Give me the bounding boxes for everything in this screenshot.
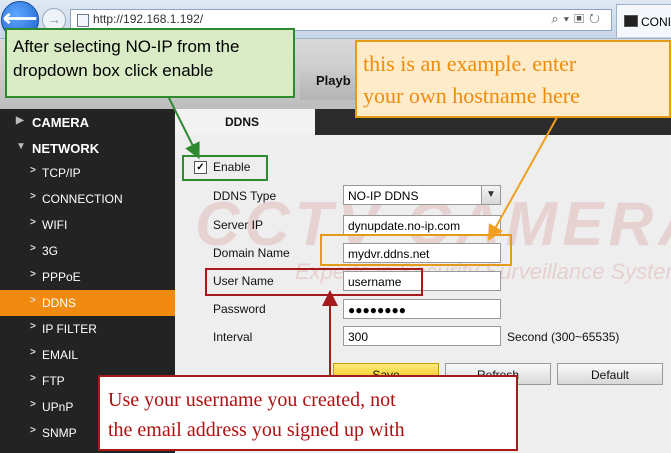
sidebar-item-pppoe[interactable]: > PPPoE [0,264,175,290]
chevron-right-icon: > [30,217,36,228]
interval-value: 300 [348,330,369,344]
sidebar-item-3g[interactable]: >3G [0,238,175,264]
annotation-line: Use your username you created, not [108,389,396,411]
sidebar-item-tcpip[interactable]: > TCP/IP [0,160,175,186]
ddns-type-label: DDNS Type [213,189,277,203]
interval-label: Interval [213,330,253,344]
chevron-right-icon: > [30,243,36,254]
sidebar-item-label: UPnP [42,400,74,414]
server-ip-label: Server IP [213,218,264,232]
annotation-enable-note: After selecting NO-IP from the dropdown b… [5,28,295,98]
chevron-right-icon: ▶ [16,115,24,126]
refresh-icon[interactable]: ↻ [589,11,605,26]
sidebar-item-label: FTP [42,374,65,388]
sidebar-item-label: PPPoE [42,270,81,284]
chevron-right-icon: > [30,295,36,306]
chevron-right-icon: > [30,425,36,436]
chevron-down-icon[interactable]: ▼ [481,186,500,204]
chevron-right-icon: > [30,269,36,280]
address-actions[interactable]: ⌕▾▣↻ [551,11,605,27]
tab-playback-label: Playb [316,73,351,88]
ddns-type-value: NO-IP DDNS [348,189,419,203]
sidebar-item-label: WIFI [42,218,68,232]
interval-field[interactable]: 300 [343,326,501,346]
page-icon [77,14,89,27]
sidebar-item-email[interactable]: > EMAIL [0,342,175,368]
enable-highlight-box [182,155,268,181]
sidebar-item-connection[interactable]: > CONNECTION [0,186,175,212]
username-highlight-box [205,268,423,296]
password-value: ●●●●●●●● [348,303,406,317]
sidebar-item-ip-filter[interactable]: > IP FILTER [0,316,175,342]
tab-favicon-icon [624,15,638,27]
annotation-line: After selecting NO-IP from the [13,37,240,56]
sidebar-item-label: IP FILTER [42,322,97,336]
section-title: DDNS [225,115,260,129]
browser-tab[interactable]: CONI [616,4,671,37]
sidebar-item-ddns[interactable]: > DDNS [0,290,175,316]
sidebar-network[interactable]: ▼ NETWORK [0,135,175,161]
sidebar-item-label: CONNECTION [42,192,123,206]
annotation-line: dropdown box click enable [13,61,214,80]
sidebar-item-label: SNMP [42,426,77,440]
sidebar-network-label: NETWORK [32,141,100,156]
annotation-line: your own hostname here [363,83,580,108]
chevron-right-icon: > [30,373,36,384]
sidebar-item-label: EMAIL [42,348,79,362]
sidebar-item-label: 3G [42,244,59,258]
sidebar-camera-label: CAMERA [32,115,90,130]
annotation-line: the email address you signed up with [108,419,405,441]
domain-name-label: Domain Name [213,246,290,260]
server-ip-field[interactable]: dynupdate.no-ip.com [343,215,501,235]
search-icon[interactable]: ⌕ [551,11,563,26]
chevron-down-icon: ▼ [16,141,26,152]
forward-arrow-icon: → [47,11,61,27]
sidebar-item-label: TCP/IP [42,166,81,180]
lock-icon: ▣ [574,11,590,26]
chevron-right-icon: > [30,191,36,202]
chevron-right-icon: > [30,347,36,358]
password-field[interactable]: ●●●●●●●● [343,299,501,319]
server-ip-value: dynupdate.no-ip.com [348,219,461,233]
ddns-type-select[interactable]: NO-IP DDNS ▼ [343,185,501,205]
annotation-line: this is an example. enter [363,51,577,76]
password-label: Password [213,302,266,316]
sidebar-item-label: DDNS [42,296,77,310]
domain-highlight-box [320,234,512,266]
default-button[interactable]: Default [557,363,663,385]
annotation-hostname-note: this is an example. enter your own hostna… [355,40,671,118]
chevron-right-icon: > [30,165,36,176]
tab-playback[interactable]: Playb [300,60,360,100]
sidebar-item-wifi[interactable]: > WIFI [0,212,175,238]
interval-hint: Second (300~65535) [507,330,620,344]
chevron-right-icon: > [30,321,36,332]
chevron-right-icon: > [30,399,36,410]
sidebar-camera[interactable]: ▶ CAMERA [0,109,175,135]
annotation-username-note: Use your username you created, not the em… [98,375,518,451]
tab-label: CONI [641,15,671,29]
dropdown-icon[interactable]: ▾ [564,11,574,26]
url-text: http://192.168.1.192/ [93,12,204,26]
tab-ddns[interactable]: DDNS [175,109,315,135]
